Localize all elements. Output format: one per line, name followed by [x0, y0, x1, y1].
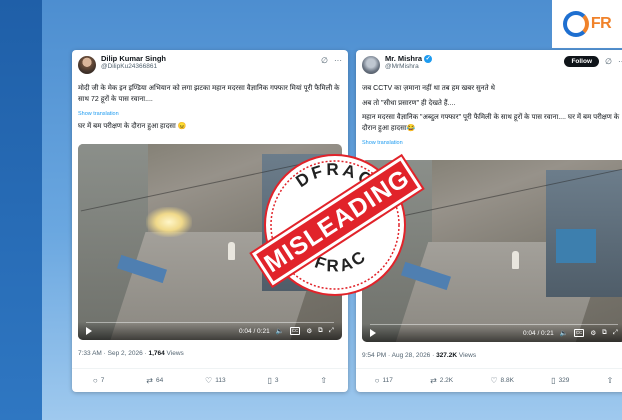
tweet-text-line: जब CCTV का ज़माना नहीं था तब हम खबर सुनत…	[362, 85, 496, 92]
bookmark-count: 3	[274, 377, 279, 384]
video-frame-shape	[228, 242, 235, 260]
reply-icon: ○	[374, 375, 380, 385]
tweet-timestamp[interactable]: 9:54 PM · Aug 28, 2026 ·	[362, 352, 436, 359]
tweet-header: Dilip Kumar Singh @DilipKu24366861 ∅ ···	[72, 50, 348, 84]
handle[interactable]: @DilipKu24366861	[101, 63, 166, 70]
tweet-timestamp[interactable]: 7:33 AM · Sep 2, 2026 ·	[78, 350, 148, 357]
video-time: 0:04 / 0:21	[522, 329, 554, 337]
video-controls: 0:04 / 0:21 🔈 CC ⚙ ⧉ ⤢	[362, 324, 622, 342]
like-count: 8.8K	[500, 377, 514, 384]
repost-count: 64	[155, 377, 164, 384]
bookmark-count: 329	[558, 377, 570, 384]
tweet-meta: 9:54 PM · Aug 28, 2026 · 327.2K Views	[362, 352, 476, 359]
bookmark-icon: ▯	[267, 375, 272, 385]
reply-button[interactable]: ○ 117	[374, 375, 393, 385]
video-frame-shape	[556, 229, 596, 264]
logo-d-icon	[562, 11, 589, 37]
tweet-header-icons: Follow ∅ ···	[564, 56, 622, 67]
views-count: 327.2K	[436, 352, 458, 359]
video-frame-shape	[512, 251, 519, 269]
tweet-meta: 7:33 AM · Sep 2, 2026 · 1,764 Views	[78, 350, 184, 357]
share-button[interactable]: ⇧	[320, 375, 328, 385]
follow-button[interactable]: Follow	[564, 56, 600, 67]
pip-icon[interactable]: ⧉	[318, 327, 323, 335]
captions-icon[interactable]: CC	[573, 329, 585, 337]
play-icon[interactable]	[86, 327, 92, 335]
video-controls: 0:04 / 0:21 🔈 CC ⚙ ⧉ ⤢	[78, 322, 342, 340]
grok-icon[interactable]: ∅	[321, 56, 328, 65]
reply-icon: ○	[92, 375, 98, 385]
more-options-icon[interactable]: ···	[618, 57, 622, 66]
tweet-text-line: महान मदरसा वैज्ञानिक "अब्दुल गफ्फार" पूर…	[362, 114, 620, 132]
avatar[interactable]	[78, 56, 96, 74]
bookmark-button[interactable]: ▯ 329	[551, 375, 570, 385]
share-icon: ⇧	[606, 375, 614, 385]
video-time: 0:04 / 0:21	[238, 327, 270, 335]
repost-icon: ⇄	[146, 375, 153, 385]
avatar[interactable]	[362, 56, 380, 74]
dfrac-logo: FR	[552, 0, 622, 48]
reply-button[interactable]: ○ 7	[92, 375, 105, 385]
tweet-actions: ○ 7 ⇄ 64 ♡ 113 ▯ 3 ⇧	[72, 368, 348, 392]
volume-icon[interactable]: 🔈	[560, 329, 568, 337]
tweet-text: मोदी जी के मेक इन इण्डिया अभियान को लगा …	[72, 84, 348, 132]
grok-icon[interactable]: ∅	[605, 57, 612, 66]
more-options-icon[interactable]: ···	[334, 56, 342, 65]
like-button[interactable]: ♡ 8.8K	[490, 375, 514, 385]
repost-button[interactable]: ⇄ 64	[146, 375, 164, 385]
share-icon: ⇧	[320, 375, 328, 385]
tweet-text-line: अब तो "सीधा प्रसारण" ही देखते हैं....	[362, 99, 456, 107]
display-name[interactable]: Mr. Mishra	[385, 54, 422, 63]
settings-icon[interactable]: ⚙	[590, 329, 596, 337]
fullscreen-icon[interactable]: ⤢	[613, 329, 618, 337]
reply-count: 117	[382, 377, 393, 384]
author-block: Mr. Mishra ✓ @MrMishra	[385, 54, 433, 70]
settings-icon[interactable]: ⚙	[306, 327, 312, 335]
captions-icon[interactable]: CC	[289, 327, 301, 335]
bookmark-button[interactable]: ▯ 3	[267, 375, 279, 385]
views-label: Views	[164, 350, 184, 357]
show-translation-link[interactable]: Show translation	[78, 109, 342, 120]
tweet-text-line: घर में बम परीक्षण के दौरान हुआ हादसा 😠	[78, 122, 187, 130]
heart-icon: ♡	[205, 375, 213, 385]
repost-count: 2.2K	[439, 377, 454, 384]
repost-button[interactable]: ⇄ 2.2K	[430, 375, 454, 385]
fullscreen-icon[interactable]: ⤢	[329, 327, 334, 335]
tweet-actions: ○ 117 ⇄ 2.2K ♡ 8.8K ▯ 329 ⇧	[356, 368, 622, 392]
tweet-header-icons: ∅ ···	[321, 56, 342, 65]
logo-accent-text: FR	[590, 15, 612, 32]
like-button[interactable]: ♡ 113	[205, 375, 226, 385]
verified-badge-icon: ✓	[424, 55, 433, 64]
bookmark-icon: ▯	[551, 375, 556, 385]
explosion-flash	[146, 206, 192, 237]
show-translation-link[interactable]: Show translation	[362, 138, 622, 149]
reply-count: 7	[100, 377, 105, 384]
like-count: 113	[215, 377, 226, 384]
display-name[interactable]: Dilip Kumar Singh	[101, 54, 166, 63]
views-label: Views	[457, 352, 477, 359]
tweet-text: जब CCTV का ज़माना नहीं था तब हम खबर सुनत…	[356, 84, 622, 149]
tweet-header: Mr. Mishra✓ @MrMishra Follow ∅ ···	[356, 50, 622, 84]
volume-icon[interactable]: 🔈	[276, 327, 284, 335]
logo-wordmark: FR	[590, 15, 612, 33]
share-button[interactable]: ⇧	[606, 375, 614, 385]
author-block: Dilip Kumar Singh @DilipKu24366861	[101, 54, 166, 70]
heart-icon: ♡	[490, 375, 498, 385]
tweet-text-line: मोदी जी के मेक इन इण्डिया अभियान को लगा …	[78, 85, 340, 103]
repost-icon: ⇄	[430, 375, 437, 385]
play-icon[interactable]	[370, 329, 376, 337]
views-count: 1,764	[148, 350, 165, 357]
handle[interactable]: @MrMishra	[385, 63, 432, 70]
pip-icon[interactable]: ⧉	[602, 329, 607, 337]
left-accent-strip	[0, 0, 42, 420]
